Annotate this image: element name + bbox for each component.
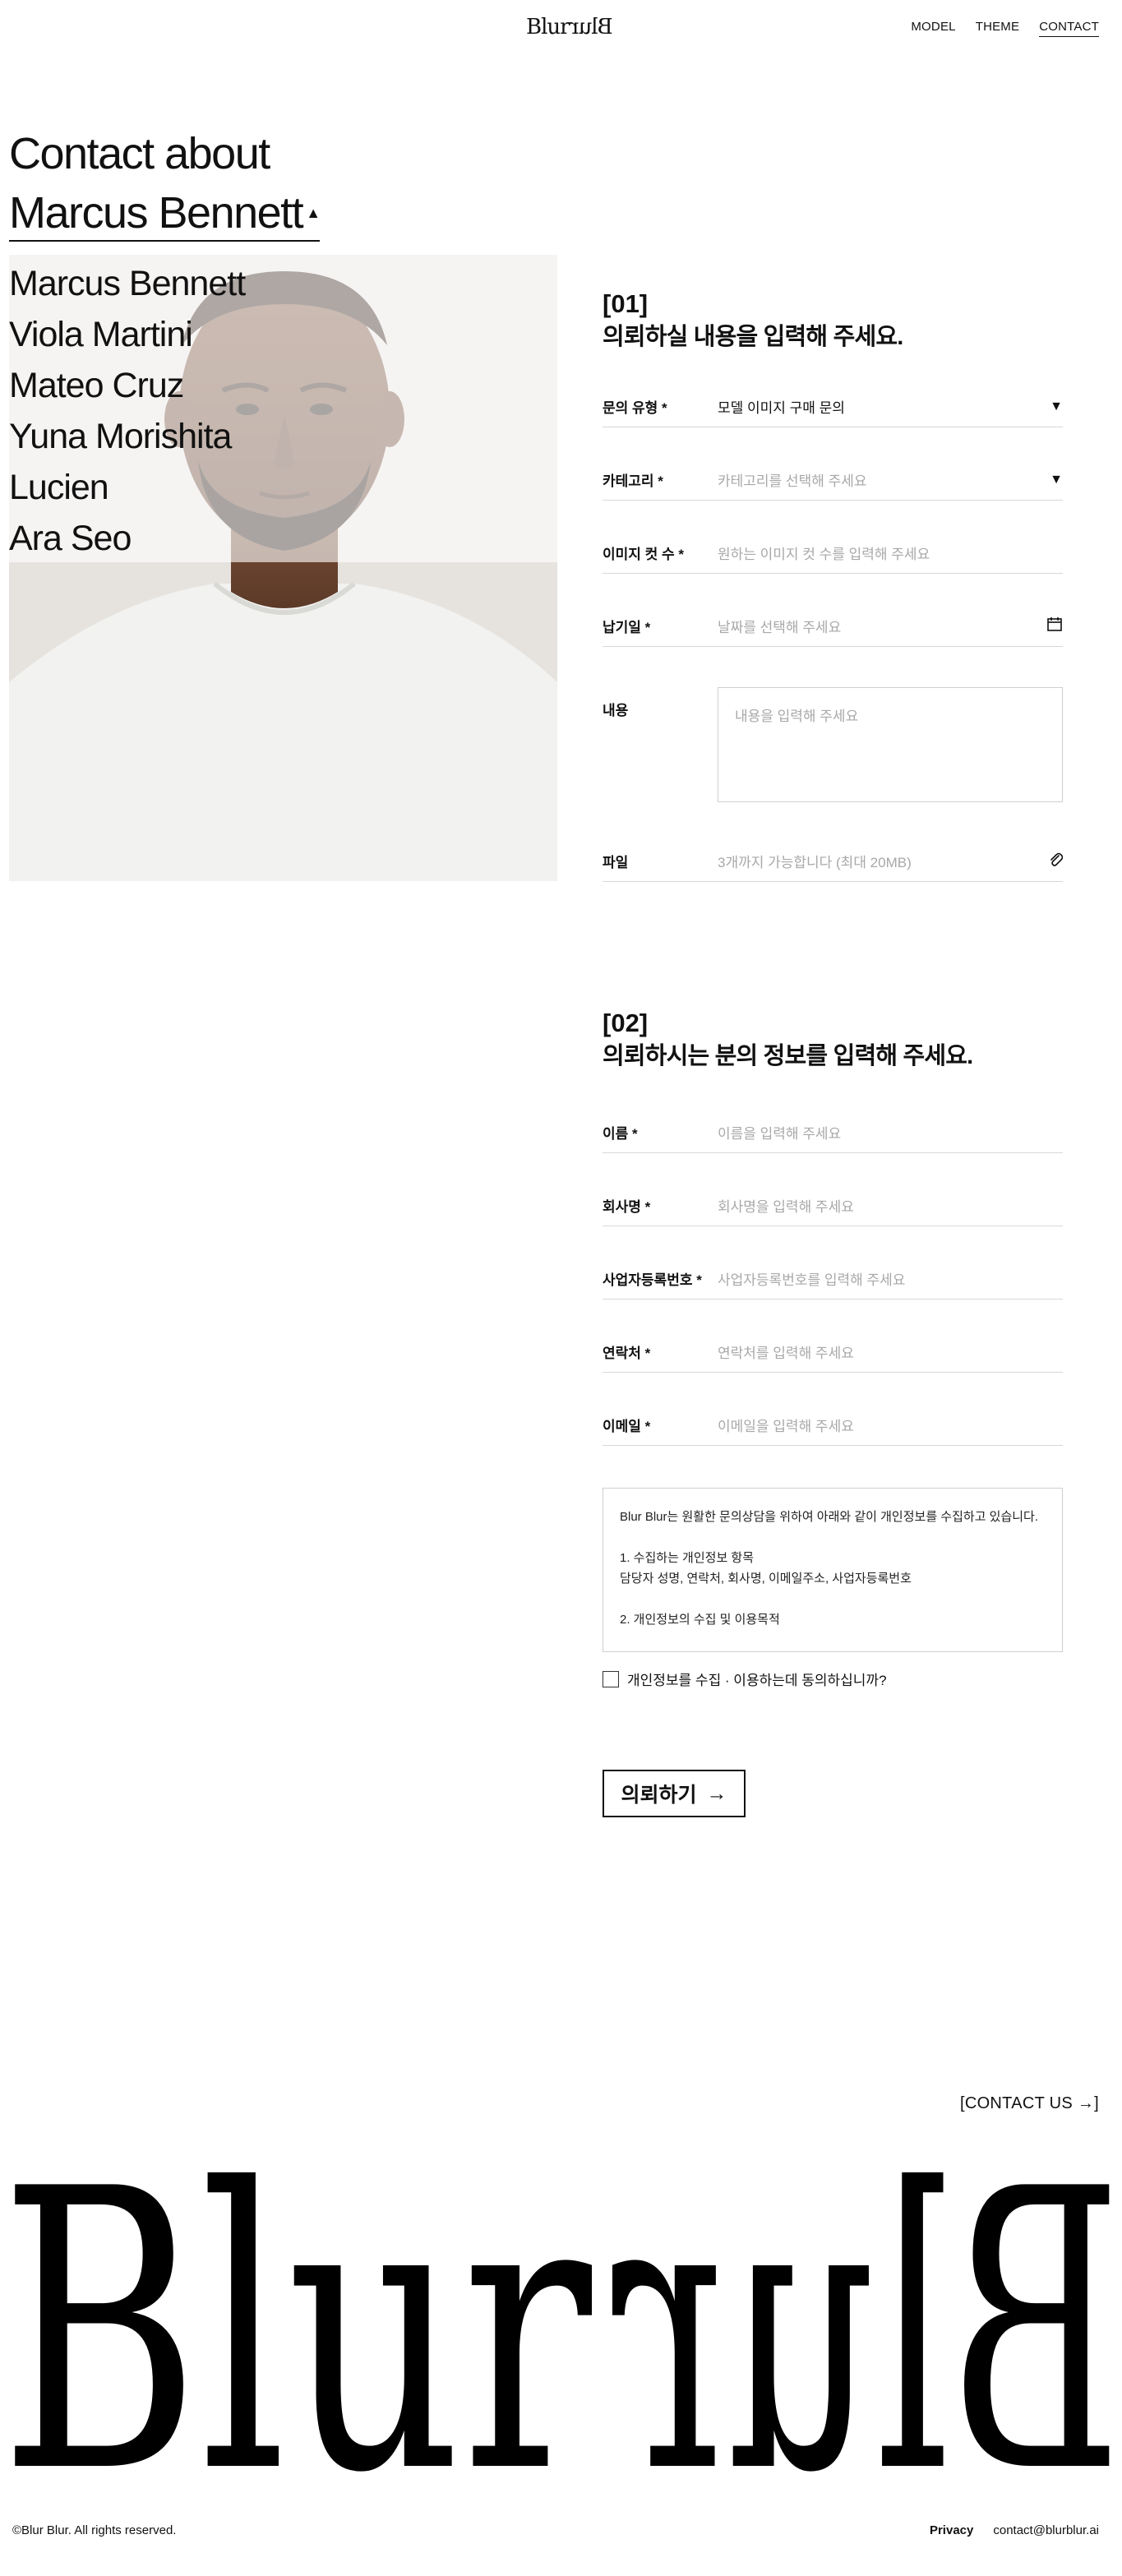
chevron-down-icon: ▼ [1050,399,1063,413]
nav-theme[interactable]: THEME [976,20,1020,37]
privacy-intro: Blur Blur는 원활한 문의상담을 위하여 아래와 같이 개인정보를 수집… [620,1510,1039,1524]
email-link[interactable]: contact@blurblur.ai [993,2523,1099,2537]
field-label: 파일 [603,855,629,870]
field-label: 이름 * [603,1126,638,1142]
consent-checkbox[interactable] [603,1670,619,1687]
field-label: 사업자등록번호 * [603,1272,702,1288]
model-list: Marcus Bennett Viola Martini Mateo Cruz … [9,258,246,564]
model-dropdown[interactable]: Marcus Bennett ▲ [9,188,321,242]
file-upload[interactable]: 파일 3개까지 가능합니다 (최대 20MB) [603,841,1064,882]
field-label: 카테고리 * [603,473,663,489]
footer-links: Privacy contact@blurblur.ai [930,2523,1099,2537]
due-date-picker[interactable]: 납기일 * 날짜를 선택해 주세요 [603,606,1063,647]
section-title: 의뢰하시는 분의 정보를 입력해 주세요. [603,1043,973,1069]
consent-label: 개인정보를 수집 · 이용하는데 동의하십니까? [627,1673,887,1688]
nav-contact[interactable]: CONTACT [1039,20,1099,37]
privacy-policy-box[interactable]: Blur Blur는 원활한 문의상담을 위하여 아래와 같이 개인정보를 수집… [603,1488,1063,1652]
request-section: [01] 의뢰하실 내용을 입력해 주세요. 문의 유형 * 모델 이미지 구매… [603,288,1064,888]
field-placeholder: 회사명을 입력해 주세요 [718,1199,854,1215]
field-label: 내용 [603,703,629,718]
model-option[interactable]: Lucien [9,462,245,513]
field-placeholder: 연락처를 입력해 주세요 [718,1346,854,1361]
requester-section: [02] 의뢰하시는 분의 정보를 입력해 주세요. 이름 * 이름을 입력해 … [603,1007,1063,1829]
name-input[interactable]: 이름 * 이름을 입력해 주세요 [603,1112,1063,1153]
footer-logo-text-mirrored: Blur [611,2112,1122,2491]
footer-logo: Blur Blur [0,2112,1122,2491]
image-cuts-input[interactable]: 이미지 컷 수 * 원하는 이미지 컷 수를 입력해 주세요 [603,533,1063,574]
model-option[interactable]: Viola Martini [9,309,245,360]
section-title: 의뢰하실 내용을 입력해 주세요. [603,324,903,350]
logo-text-mirrored: Blur [569,15,613,39]
section-number: [02] [603,1009,649,1037]
selected-model: Marcus Bennett [9,188,304,238]
model-option[interactable]: Marcus Bennett [9,258,246,309]
privacy-item-title: 1. 수집하는 개인정보 항목 [620,1551,755,1565]
field-label: 이미지 컷 수 * [603,547,684,562]
submit-button[interactable]: 의뢰하기 → [603,1770,746,1817]
privacy-item-body: 담당자 성명, 연락처, 회사명, 이메일주소, 사업자등록번호 [620,1572,912,1586]
field-placeholder: 3개까지 가능합니다 (최대 20MB) [718,855,912,870]
field-label: 이메일 * [603,1419,651,1434]
contact-us-link[interactable]: [CONTACT US →] [960,2094,1099,2113]
content-textarea[interactable]: 내용을 입력해 주세요 [718,687,1063,802]
model-option[interactable]: Ara Seo [9,513,245,564]
model-option[interactable]: Yuna Morishita [9,411,245,462]
paperclip-icon[interactable] [1043,851,1064,871]
model-option[interactable]: Mateo Cruz [9,360,245,411]
privacy-consent[interactable]: 개인정보를 수집 · 이용하는데 동의하십니까? [603,1669,887,1689]
site-logo[interactable]: BlurBlur [526,15,612,39]
nav-model[interactable]: MODEL [911,20,955,37]
privacy-link[interactable]: Privacy [930,2523,973,2537]
main-nav: MODEL THEME CONTACT [911,20,1099,37]
field-label: 연락처 * [603,1346,651,1361]
category-select[interactable]: 카테고리 * 카테고리를 선택해 주세요 ▼ [603,459,1063,501]
chevron-down-icon: ▼ [1050,472,1063,487]
caret-up-icon: ▲ [306,205,321,221]
arrow-right-icon: → [706,1781,727,1805]
logo-text: Blur [526,15,570,39]
business-number-input[interactable]: 사업자등록번호 * 사업자등록번호를 입력해 주세요 [603,1258,1063,1300]
field-label: 회사명 * [603,1199,651,1215]
field-placeholder: 이메일을 입력해 주세요 [718,1419,854,1434]
privacy-item-title: 2. 개인정보의 수집 및 이용목적 [620,1613,780,1627]
field-value: 모델 이미지 구매 문의 [718,400,845,416]
phone-input[interactable]: 연락처 * 연락처를 입력해 주세요 [603,1332,1063,1373]
field-placeholder: 이름을 입력해 주세요 [718,1126,842,1142]
calendar-icon[interactable] [1043,616,1063,636]
section-number: [01] [603,289,649,318]
field-placeholder: 날짜를 선택해 주세요 [718,620,842,635]
field-label: 납기일 * [603,620,651,635]
field-placeholder: 사업자등록번호를 입력해 주세요 [718,1272,906,1288]
submit-label: 의뢰하기 [621,1784,697,1807]
email-input[interactable]: 이메일 * 이메일을 입력해 주세요 [603,1405,1063,1446]
company-input[interactable]: 회사명 * 회사명을 입력해 주세요 [603,1185,1063,1226]
contact-heading: Contact about [9,129,270,178]
inquiry-type-select[interactable]: 문의 유형 * 모델 이미지 구매 문의 ▼ [603,386,1063,427]
field-placeholder: 카테고리를 선택해 주세요 [718,473,867,489]
footer-logo-text: Blur [0,2112,593,2491]
field-placeholder: 원하는 이미지 컷 수를 입력해 주세요 [718,547,930,562]
field-label: 문의 유형 * [603,400,667,416]
copyright-text: ©Blur Blur. All rights reserved. [12,2523,177,2537]
